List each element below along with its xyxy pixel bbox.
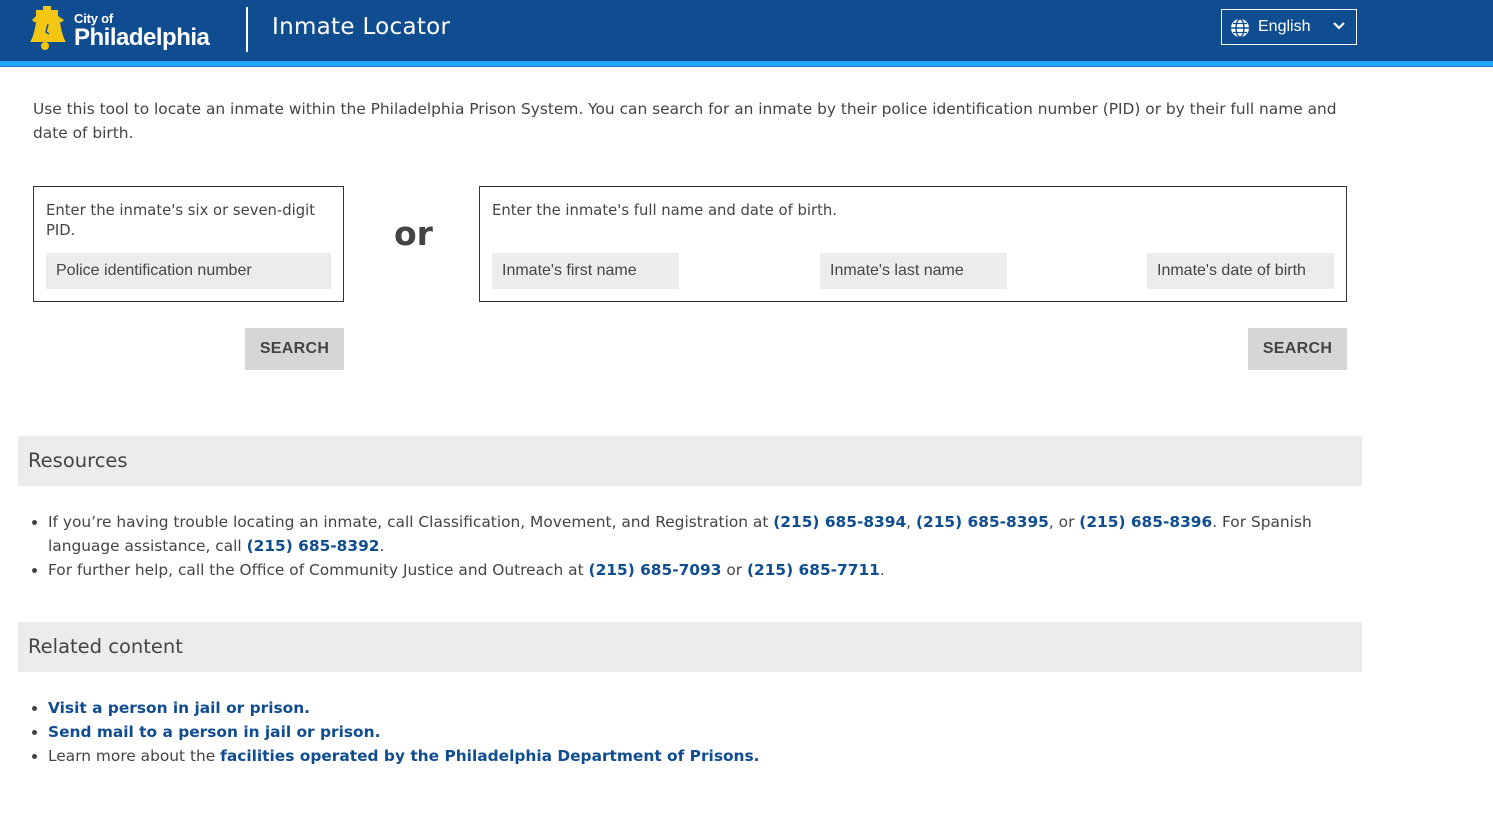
related-content-section-header: Related content — [18, 622, 1362, 672]
list-item: Learn more about the facilities operated… — [32, 744, 1338, 768]
phone-link[interactable]: (215) 685-8395 — [916, 513, 1049, 531]
globe-icon — [1231, 18, 1249, 38]
related-content-title: Related content — [28, 635, 183, 658]
header-divider — [246, 7, 248, 52]
resources-list: If you’re having trouble locating an inm… — [32, 510, 1338, 582]
send-mail-link[interactable]: Send mail to a person in jail or prison. — [48, 723, 380, 741]
city-logo[interactable]: City of Philadelphia — [28, 6, 218, 56]
related-content-list: Visit a person in jail or prison. Send m… — [32, 696, 1338, 768]
list-item: Visit a person in jail or prison. — [32, 696, 1338, 720]
resources-section-header: Resources — [18, 436, 1362, 486]
pid-search-button[interactable]: SEARCH — [245, 328, 344, 370]
visit-person-link[interactable]: Visit a person in jail or prison. — [48, 699, 310, 717]
list-item: Send mail to a person in jail or prison. — [32, 720, 1338, 744]
app-title: Inmate Locator — [272, 14, 451, 40]
phone-link[interactable]: (215) 685-7093 — [589, 561, 722, 579]
phone-link[interactable]: (215) 685-7711 — [747, 561, 880, 579]
liberty-bell-icon — [30, 6, 66, 50]
facilities-link[interactable]: facilities operated by the Philadelphia … — [220, 747, 759, 765]
name-label: Enter the inmate's full name and date of… — [492, 202, 837, 219]
list-item: If you’re having trouble locating an inm… — [32, 510, 1338, 558]
phone-link[interactable]: (215) 685-8392 — [247, 537, 380, 555]
name-search-button[interactable]: SEARCH — [1248, 328, 1347, 370]
resources-title: Resources — [28, 449, 128, 472]
header-stripe-accent — [0, 61, 1493, 66]
intro-text: Use this tool to locate an inmate within… — [33, 100, 1337, 142]
first-name-input[interactable] — [492, 253, 679, 289]
pid-search-box: Enter the inmate's six or seven-digit PI… — [33, 186, 344, 302]
or-separator: or — [394, 214, 433, 253]
site-header: City of Philadelphia Inmate Locator Engl… — [0, 0, 1493, 61]
logo-name-text: Philadelphia — [74, 24, 210, 51]
name-search-box: Enter the inmate's full name and date of… — [479, 186, 1347, 302]
date-of-birth-input[interactable] — [1147, 253, 1334, 289]
language-select[interactable]: English — [1221, 9, 1357, 45]
list-item: For further help, call the Office of Com… — [32, 558, 1338, 582]
language-label: English — [1258, 18, 1311, 35]
phone-link[interactable]: (215) 685-8394 — [773, 513, 906, 531]
chevron-down-icon — [1333, 22, 1345, 30]
phone-link[interactable]: (215) 685-8396 — [1079, 513, 1212, 531]
pid-label: Enter the inmate's six or seven-digit PI… — [46, 202, 316, 239]
pid-input[interactable] — [46, 253, 331, 289]
last-name-input[interactable] — [820, 253, 1007, 289]
